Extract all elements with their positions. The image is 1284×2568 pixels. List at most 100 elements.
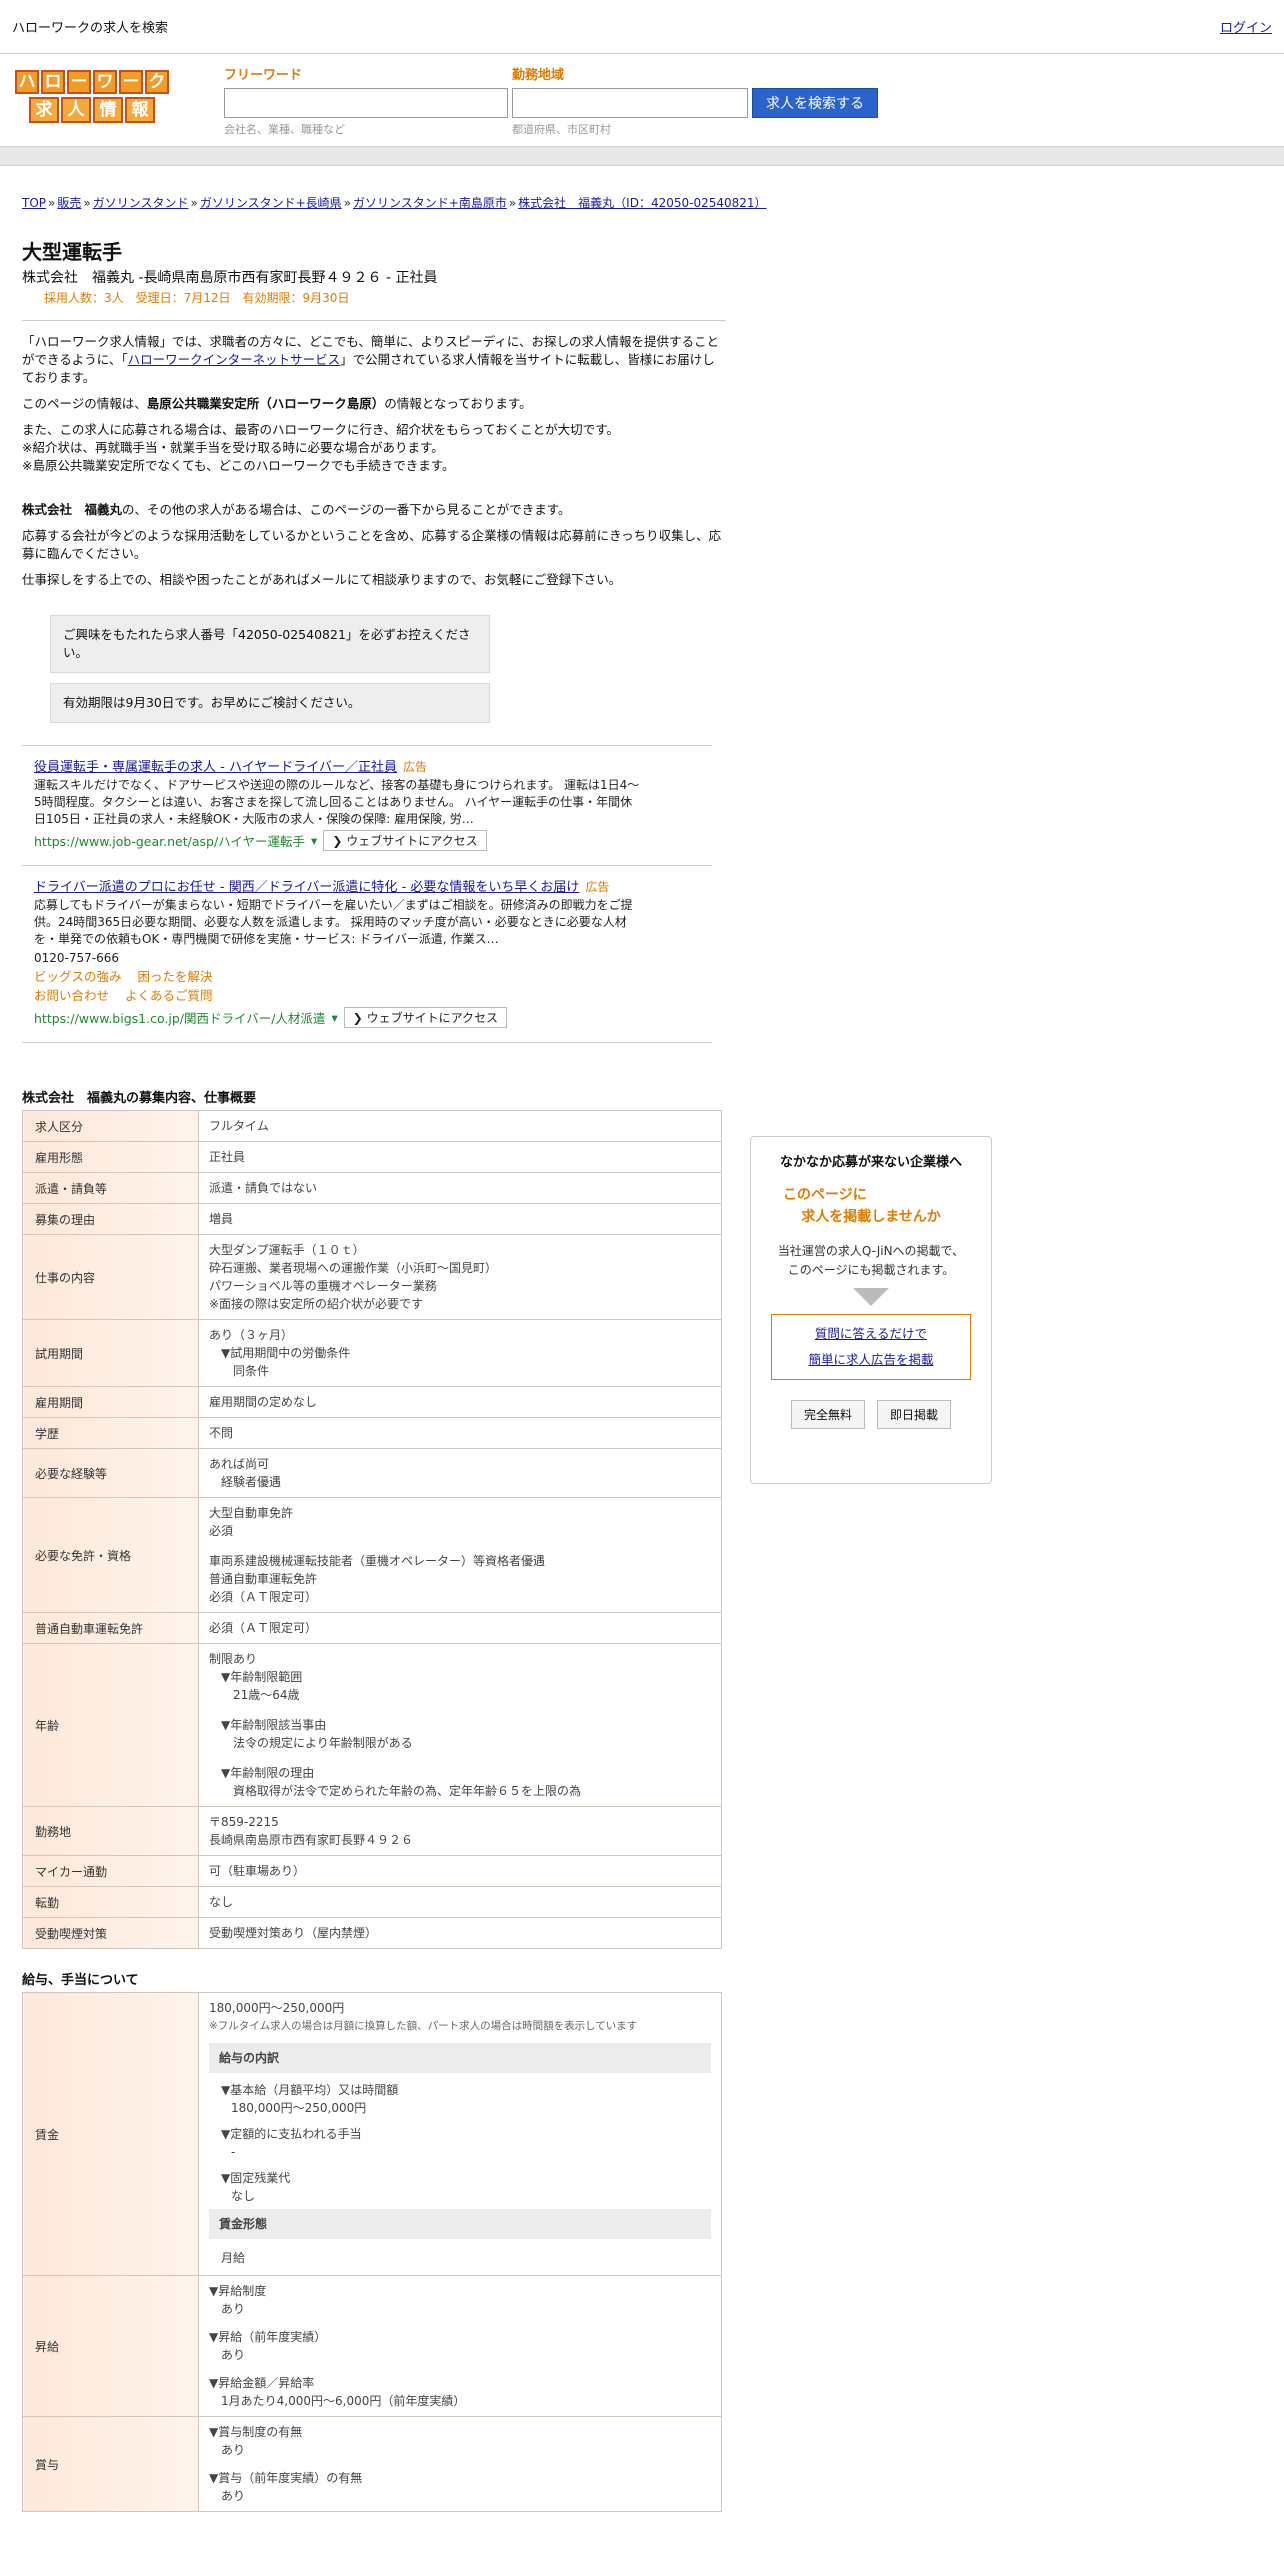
row-key: 学歴 [22, 1417, 199, 1449]
ad-phone[interactable]: 0120-757-666 [34, 950, 644, 967]
hellowork-internet-link[interactable]: ハローワークインターネットサービス [128, 352, 341, 367]
table-row: 賞与 ▼賞与制度の有無 あり ▼賞与（前年度実績）の有無 あり [22, 2416, 722, 2512]
bonus-value: あり [221, 2489, 246, 2503]
search-button[interactable]: 求人を検索する [752, 88, 878, 118]
wage-form-value: 月給 [221, 2251, 246, 2265]
area-input[interactable] [512, 88, 748, 118]
row-key: 試用期間 [22, 1319, 199, 1387]
row-value: あり（３ヶ月） ▼試用期間中の労働条件 同条件 [198, 1319, 722, 1387]
advertise-badges: 完全無料 即日掲載 [761, 1400, 981, 1429]
ad-url-row: https://www.job-gear.net/asp/ハイヤー運転手 ▾ ❯ … [34, 830, 712, 851]
row-value-line: 必須（ＡＴ限定可） [209, 1590, 318, 1604]
row-value-line: ▼試用期間中の労働条件 [209, 1346, 351, 1360]
ad-title-link[interactable]: 役員運転手・専属運転手の求人 - ハイヤードライバー／正社員 [34, 760, 397, 775]
row-value-line: 必須 [209, 1524, 234, 1538]
row-key: 勤務地 [22, 1806, 199, 1856]
breadcrumb-link[interactable]: 販売 [57, 196, 81, 210]
logo-char: 情 [93, 97, 123, 123]
dropdown-caret-icon[interactable]: ▾ [311, 833, 317, 848]
ad-sitelink[interactable]: 困ったを解決 [138, 969, 213, 984]
visit-website-button[interactable]: ❯ ウェブサイトにアクセス [343, 1007, 507, 1028]
row-key: 派遣・請負等 [22, 1172, 199, 1204]
row-key: 雇用形態 [22, 1141, 199, 1173]
top-bar: ハローワークの求人を検索 ログイン [0, 0, 1284, 54]
advertise-link[interactable]: 簡単に求人広告を掲載 [808, 1352, 933, 1367]
ad-sitelink[interactable]: よくあるご質問 [125, 988, 213, 1003]
row-value: 受動喫煙対策あり（屋内禁煙） [198, 1917, 722, 1949]
logo-char: ロ [41, 70, 65, 94]
row-value: 大型ダンプ運転手（１０ｔ） 砕石運搬、業者現場への運搬作業（小浜町～国見町） パワー… [198, 1234, 722, 1320]
dropdown-caret-icon[interactable]: ▾ [331, 1010, 337, 1025]
row-value-line: ▼年齢制限範囲 [209, 1670, 303, 1684]
breadcrumb-separator: » [343, 196, 351, 210]
ad-url-row: https://www.bigs1.co.jp/関西ドライバー/人材派遣 ▾ ❯ … [34, 1007, 712, 1028]
row-key: 必要な免許・資格 [22, 1497, 199, 1613]
site-logo[interactable]: ハローワーク 求人情報 [4, 70, 180, 128]
table-row: 派遣・請負等 派遣・請負ではない [22, 1172, 722, 1204]
advice-paragraph: 応募する会社が今どのような採用活動をしているかということを含め、応募する企業様の… [22, 528, 722, 561]
row-value-line: 大型自動車免許 [209, 1506, 294, 1520]
row-key: 仕事の内容 [22, 1234, 199, 1320]
advertise-box: なかなか応募が来ない企業様へ このページに 求人を掲載しませんか 当社運営の求人… [750, 1136, 992, 1484]
visit-website-button[interactable]: ❯ ウェブサイトにアクセス [323, 830, 487, 851]
breadcrumb-link[interactable]: TOP [22, 196, 46, 210]
breakdown-list: ▼基本給（月額平均）又は時間額 180,000円〜250,000円 ▼定額的に支払わ… [209, 2081, 711, 2205]
source-office: 島原公共職業安定所（ハローワーク島原） [146, 396, 385, 411]
table-row: 募集の理由 増員 [22, 1203, 722, 1235]
table-row: 試用期間 あり（３ヶ月） ▼試用期間中の労働条件 同条件 [22, 1319, 722, 1387]
breadcrumb-link[interactable]: ガソリンスタンド [93, 196, 189, 210]
row-value-line: 法令の規定により年齢制限がある [209, 1736, 413, 1750]
row-value-line: パワーショベル等の重機オペレーター業務 [209, 1279, 437, 1293]
ad-url[interactable]: https://www.bigs1.co.jp/関西ドライバー/人材派遣 [34, 1008, 325, 1027]
logo-char: ク [145, 70, 169, 94]
table-row: 求人区分 フルタイム [22, 1110, 722, 1142]
row-value: 雇用期間の定めなし [198, 1386, 722, 1418]
other-jobs-paragraph: 株式会社 福義丸の、その他の求人がある場合は、このページの一番下から見ることがで… [22, 501, 726, 519]
breadcrumb-link[interactable]: ガソリンスタンド+南島原市 [353, 196, 507, 210]
raise-value: あり [221, 2348, 246, 2362]
table-row: マイカー通勤 可（駐車場あり） [22, 1855, 722, 1887]
login-link[interactable]: ログイン [1220, 17, 1272, 36]
row-value-line: 派遣・請負ではない [209, 1181, 318, 1195]
advertise-catch: このページに 求人を掲載しませんか [761, 1184, 981, 1228]
advertise-catch-line: このページに [783, 1187, 867, 1203]
row-value: 派遣・請負ではない [198, 1172, 722, 1204]
row-value-line: あれば尚可 [209, 1457, 270, 1471]
logo-row-top: ハローワーク [15, 70, 169, 94]
logo-row-bottom: 求人情報 [29, 97, 155, 123]
freeword-hint: 会社名、業種、職種など [224, 123, 345, 136]
ad-title-link[interactable]: ドライバー派遣のプロにお任せ - 関西／ドライバー派遣に特化 - 必要な情報をい… [34, 880, 579, 895]
row-value: 正社員 [198, 1141, 722, 1173]
row-value: 制限あり ▼年齢制限範囲 21歳〜64歳 ▼年齢制限該当事由 法令の規定により年… [198, 1643, 722, 1807]
same-day-badge[interactable]: 即日掲載 [877, 1400, 952, 1429]
ad-sitelink[interactable]: ビッグスの強み [34, 969, 122, 984]
advertise-link[interactable]: 質問に答えるだけで [815, 1326, 927, 1341]
row-key: 募集の理由 [22, 1203, 199, 1235]
row-value: ▼昇給制度 あり ▼昇給（前年度実績） あり ▼昇給金額／昇給率 1月あたり4,000円〜… [198, 2275, 722, 2417]
freeword-input[interactable] [224, 88, 508, 118]
row-value-line [209, 1540, 711, 1552]
bonus-value: あり [221, 2443, 246, 2457]
row-value-line [209, 1752, 711, 1764]
breadcrumb-link[interactable]: ガソリンスタンド+長崎県 [200, 196, 342, 210]
area-hint: 都道府県、市区町村 [512, 123, 611, 136]
ad-sitelink[interactable]: お問い合わせ [34, 988, 109, 1003]
row-value-line: 長崎県南島原市西有家町長野４９２６ [209, 1833, 414, 1847]
row-key: 雇用期間 [22, 1386, 199, 1418]
table-row: 必要な免許・資格 大型自動車免許 必須 車両系建設機械運転技能者（重機オペレーター）等… [22, 1497, 722, 1613]
ad-badge: 広告 [403, 760, 428, 774]
table-row: 賃金 180,000円〜250,000円 ※フルタイム求人の場合は月額に換算した… [22, 1992, 722, 2276]
apply-paragraph: また、この求人に応募される場合は、最寄のハローワークに行き、紹介状をもらっておく… [22, 421, 726, 439]
row-value-line: 〒859-2215 [209, 1815, 279, 1829]
breadcrumb-link[interactable]: 株式会社 福義丸（ID：42050-02540821） [518, 196, 766, 210]
arrow-down-icon [853, 1288, 889, 1306]
row-key: 賞与 [22, 2416, 199, 2512]
breadcrumb-separator: » [48, 196, 56, 210]
ad-url[interactable]: https://www.job-gear.net/asp/ハイヤー運転手 [34, 831, 305, 850]
raise-label: ▼昇給金額／昇給率 [209, 2376, 315, 2390]
row-value-line: なし [209, 1895, 234, 1909]
breakdown-value: なし [231, 2189, 256, 2203]
breadcrumb: TOP» 販売» ガソリンスタンド» ガソリンスタンド+長崎県» ガソリンスタンド+南島… [0, 166, 1284, 224]
row-key: 賃金 [22, 1992, 199, 2276]
free-badge[interactable]: 完全無料 [790, 1400, 865, 1429]
